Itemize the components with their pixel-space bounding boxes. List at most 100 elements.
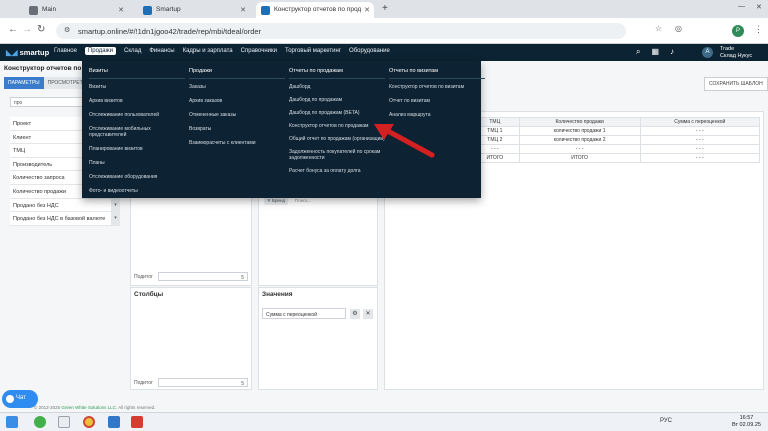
browser-menu-icon[interactable]: ⋮ — [754, 24, 763, 35]
table-cell: количество продажи 1 — [518, 126, 641, 136]
menu-link[interactable]: Дашборд по продажам (BETA) — [289, 111, 385, 117]
browser-toolbar: ← → ↻ ⚙ smartup.online/#/!1dn1jgoo42/tra… — [0, 18, 768, 44]
table-cell: - - - — [639, 135, 761, 145]
forward-icon[interactable]: → — [22, 24, 32, 35]
browser-tabstrip: Main ✕ Smartup ✕ Конструктор отчетов по … — [0, 0, 768, 18]
footer: © 2012-2025 Green White Solutions LLC. A… — [0, 403, 768, 412]
windows-start-icon[interactable] — [6, 416, 18, 428]
subtotal-input[interactable]: 5 — [158, 272, 248, 281]
menu-link[interactable]: Фото- и видеоотчеты — [89, 188, 185, 195]
field-item[interactable]: Продано без НДС в базовой валюте ▾ — [10, 212, 120, 226]
page-title: Конструктор отчетов по п — [4, 65, 88, 72]
taskbar: РУС 16:57 Вт 02.09.25 — [0, 412, 768, 431]
bookmark-star-icon[interactable]: ☆ — [655, 24, 662, 33]
tab-parameters[interactable]: ПАРАМЕТРЫ — [4, 77, 44, 89]
menu-link[interactable]: Взаиморасчеты с клиентами — [189, 140, 285, 147]
table-row: ТМЦ 2 количество продажи 2 - - - — [470, 135, 761, 145]
menu-item-finance[interactable]: Финансы — [149, 48, 174, 55]
menu-column-visit-reports: Отчеты по визитам Конструктор отчетов по… — [389, 68, 485, 127]
menu-link[interactable]: Расчет бонуса за оплату долга — [289, 169, 385, 175]
video-app-icon[interactable] — [131, 416, 143, 428]
menu-link[interactable]: Визиты — [89, 84, 185, 91]
close-tab-icon[interactable]: ✕ — [118, 6, 124, 14]
search-icon[interactable]: ⌕ — [636, 47, 640, 57]
table-header-cell: Количество продажи — [518, 117, 641, 127]
menu-item-main[interactable]: Главное — [54, 48, 77, 55]
menu-link[interactable]: Заказы — [189, 84, 285, 91]
chevron-down-icon[interactable]: ▾ — [111, 212, 120, 226]
menu-link[interactable]: Отслеживание пользователей — [89, 112, 185, 119]
columns-panel — [130, 287, 252, 390]
subtotal-input[interactable]: 5 — [158, 378, 248, 387]
smartup-logo[interactable]: ◣◢ smartup — [6, 48, 49, 57]
table-header-cell: Сумма с переоценкой — [639, 117, 761, 127]
columns-title: Столбцы — [134, 291, 164, 298]
menu-link[interactable]: Архив заказов — [189, 98, 285, 105]
menu-link[interactable]: Анализ маршрута — [389, 112, 485, 119]
red-arrow-annotation — [374, 124, 435, 158]
site-info-icon[interactable]: ⚙ — [64, 26, 70, 34]
menu-item-trade-marketing[interactable]: Торговый маркетинг — [285, 48, 341, 55]
close-tab-icon[interactable]: ✕ — [240, 6, 246, 14]
chat-button[interactable]: Чат — [2, 390, 38, 408]
table-cell: ИТОГО — [518, 153, 641, 163]
menu-link[interactable]: Конструктор отчетов по визитам — [389, 84, 485, 91]
company-link[interactable]: Green White Solutions LLC. — [61, 405, 117, 410]
menu-item-warehouse[interactable]: Склад — [124, 48, 141, 55]
menu-link[interactable]: Отслеживание мобильных представителей — [89, 126, 185, 138]
save-template-button[interactable]: СОХРАНИТЬ ШАБЛОН — [704, 77, 768, 91]
grid-icon[interactable]: ▦ — [651, 47, 659, 57]
menu-link[interactable]: Планы — [89, 160, 185, 167]
profile-avatar-icon[interactable]: P — [732, 25, 744, 37]
menu-item-references[interactable]: Справочники — [241, 48, 277, 55]
clock[interactable]: 16:57 Вт 02.09.25 — [732, 415, 761, 429]
close-window-icon[interactable]: ✕ — [756, 3, 762, 11]
menu-link[interactable]: Отмененные заказы — [189, 112, 285, 119]
main-menu: Главное Продажи Склад Финансы Кадры и за… — [54, 47, 390, 55]
menu-item-equipment[interactable]: Оборудование — [349, 48, 390, 55]
menu-link[interactable]: Возвраты — [189, 126, 285, 133]
header-icons: ⌕ ▦ ♪ — [636, 47, 674, 57]
notifications-icon[interactable]: ♪ — [670, 47, 674, 57]
tab-favicon-icon — [143, 6, 152, 15]
menu-link[interactable]: Отслеживание оборудования — [89, 174, 185, 181]
table-cell: количество продажи 2 — [518, 135, 641, 145]
menu-link[interactable]: Планирование визитов — [89, 146, 185, 153]
menu-link[interactable]: Архив визитов — [89, 98, 185, 105]
browser-tab-smartup[interactable]: Smartup ✕ — [138, 2, 250, 18]
menu-link[interactable]: Отчет по визитам — [389, 98, 485, 105]
settings-icon[interactable]: ⚙ — [350, 309, 360, 319]
new-tab-icon[interactable]: + — [382, 3, 388, 14]
menu-column-visits: Визиты Визиты Архив визитов Отслеживание… — [89, 68, 185, 203]
table-header-row: ТМЦ Количество продажи Сумма с переоценк… — [470, 117, 761, 127]
reload-icon[interactable]: ↻ — [37, 24, 45, 35]
app-icon[interactable] — [108, 416, 120, 428]
app-header: ◣◢ smartup Главное Продажи Склад Финансы… — [0, 44, 768, 61]
menu-link[interactable]: Дашборд по продажам — [289, 98, 385, 104]
menu-item-hr[interactable]: Кадры и зарплата — [183, 48, 233, 55]
back-icon[interactable]: ← — [8, 24, 18, 35]
extension-icon[interactable]: ◎ — [675, 24, 682, 33]
menu-link[interactable]: Дашборд — [289, 84, 385, 91]
table-cell: - - - — [639, 144, 761, 154]
table-cell: - - - — [518, 144, 641, 154]
user-info[interactable]: Trade Склад Нукус — [720, 46, 752, 59]
value-field[interactable]: Сумма с переоценкой — [262, 308, 346, 319]
browser-tab-main[interactable]: Main ✕ — [24, 2, 128, 18]
browser-tab-report[interactable]: Конструктор отчетов по прод ✕ — [256, 2, 374, 18]
close-icon[interactable]: ✕ — [363, 309, 373, 319]
filter-search-chip[interactable]: Поиск... — [292, 197, 315, 205]
chrome-icon[interactable] — [83, 416, 95, 428]
app-icon[interactable] — [34, 416, 46, 428]
avatar[interactable]: A — [702, 47, 713, 58]
minimize-icon[interactable]: — — [738, 3, 745, 10]
table-row: ТМЦ 1 количество продажи 1 - - - — [470, 126, 761, 136]
tab-favicon-icon — [261, 6, 270, 15]
brand-chip[interactable]: ✕ Бренд — [264, 197, 289, 205]
language-indicator[interactable]: РУС — [660, 418, 672, 424]
menu-item-sales[interactable]: Продажи — [84, 47, 116, 55]
table-cell: - - - — [639, 153, 761, 163]
address-bar[interactable]: ⚙ smartup.online/#/!1dn1jgoo42/trade/rep… — [56, 23, 626, 39]
close-tab-icon[interactable]: ✕ — [364, 6, 370, 14]
file-icon[interactable] — [58, 416, 70, 428]
